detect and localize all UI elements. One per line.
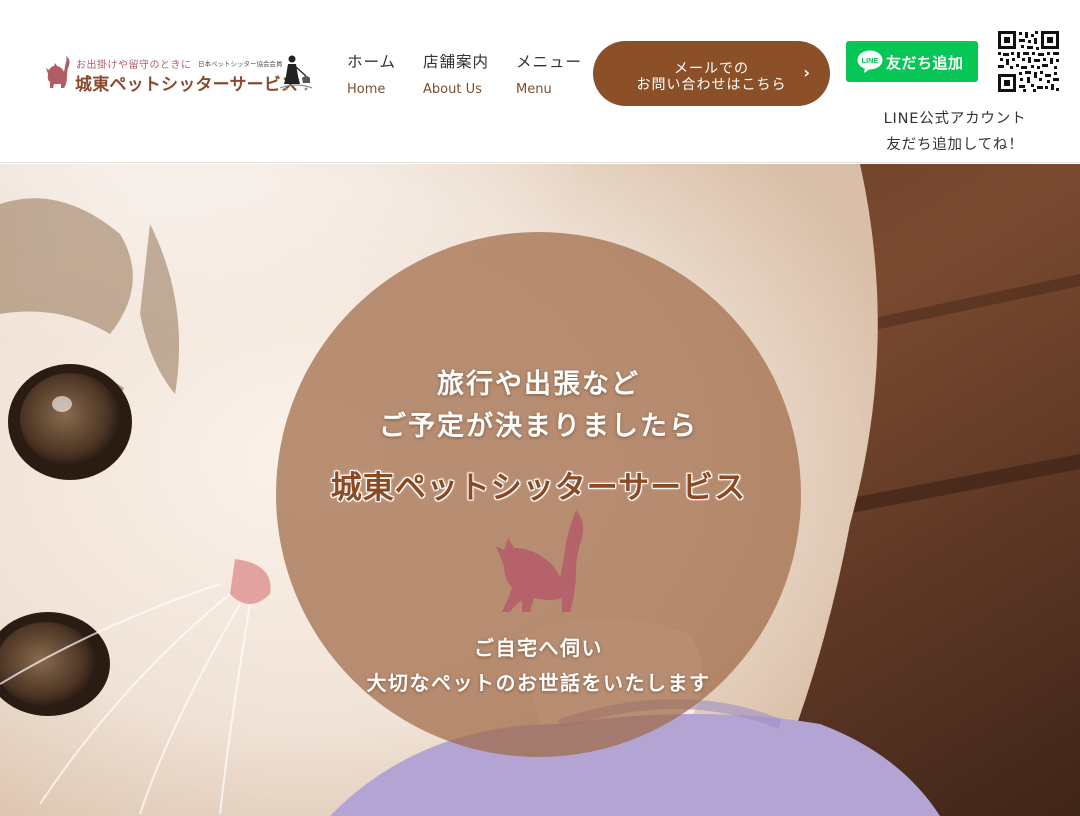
cat-silhouette-icon <box>496 510 584 612</box>
nav-label-en: Home <box>347 82 386 97</box>
nav-item-home[interactable]: ホーム Home <box>347 50 396 97</box>
site-logo[interactable]: お出掛けや留守のときに 日本ペットシッター協会会員 城東ペットシッターサービス <box>42 50 314 100</box>
line-account-caption: LINE公式アカウント 友だち追加してね！ <box>870 106 1040 158</box>
qr-code-icon[interactable] <box>997 30 1060 93</box>
email-contact-button[interactable]: メールでの お問い合わせはこちら › <box>593 41 830 106</box>
nav-item-about[interactable]: 店舗案内 About Us <box>423 50 489 97</box>
hero-heading-line2: ご予定が決まりましたら <box>379 411 698 442</box>
line-button-label: 友だち追加 <box>886 54 964 72</box>
nav-label-ja: ホーム <box>347 53 397 71</box>
dog-walker-icon <box>279 55 313 91</box>
line-caption-line2: 友だち追加してね！ <box>886 137 1024 153</box>
contact-label-line2: お問い合わせはこちら <box>636 77 787 93</box>
line-logo-icon: LINE <box>857 50 883 73</box>
nav-item-menu[interactable]: メニュー Menu <box>516 50 582 97</box>
line-caption-line1: LINE公式アカウント <box>883 111 1027 127</box>
logo-association: 日本ペットシッター協会会員 <box>198 60 283 68</box>
chevron-right-icon: › <box>803 63 810 82</box>
nav-label-en: About Us <box>423 82 482 97</box>
logo-name: 城東ペットシッターサービス <box>75 75 299 95</box>
nav-label-ja: 店舗案内 <box>423 53 490 71</box>
line-add-friend-button[interactable]: LINE 友だち追加 <box>846 41 978 82</box>
cat-logo-icon <box>46 56 70 88</box>
hero-brand-name: 城東ペットシッターサービス <box>330 470 747 506</box>
site-header: お出掛けや留守のときに 日本ペットシッター協会会員 城東ペットシッターサービス … <box>0 0 1080 163</box>
hero-section: 旅行や出張など ご予定が決まりましたら 城東ペットシッターサービス ご自宅へ伺い… <box>0 164 1080 816</box>
hero-subtext-line2: 大切なペットのお世話をいたします <box>366 671 711 695</box>
hero-message-circle: 旅行や出張など ご予定が決まりましたら 城東ペットシッターサービス ご自宅へ伺い… <box>276 232 801 757</box>
hero-subtext-line1: ご自宅へ伺い <box>474 636 603 660</box>
logo-tagline: お出掛けや留守のときに <box>76 60 192 71</box>
nav-label-ja: メニュー <box>516 53 583 71</box>
nav-label-en: Menu <box>516 82 552 97</box>
hero-heading-line1: 旅行や出張など <box>437 369 640 400</box>
line-icon-text: LINE <box>861 56 878 65</box>
